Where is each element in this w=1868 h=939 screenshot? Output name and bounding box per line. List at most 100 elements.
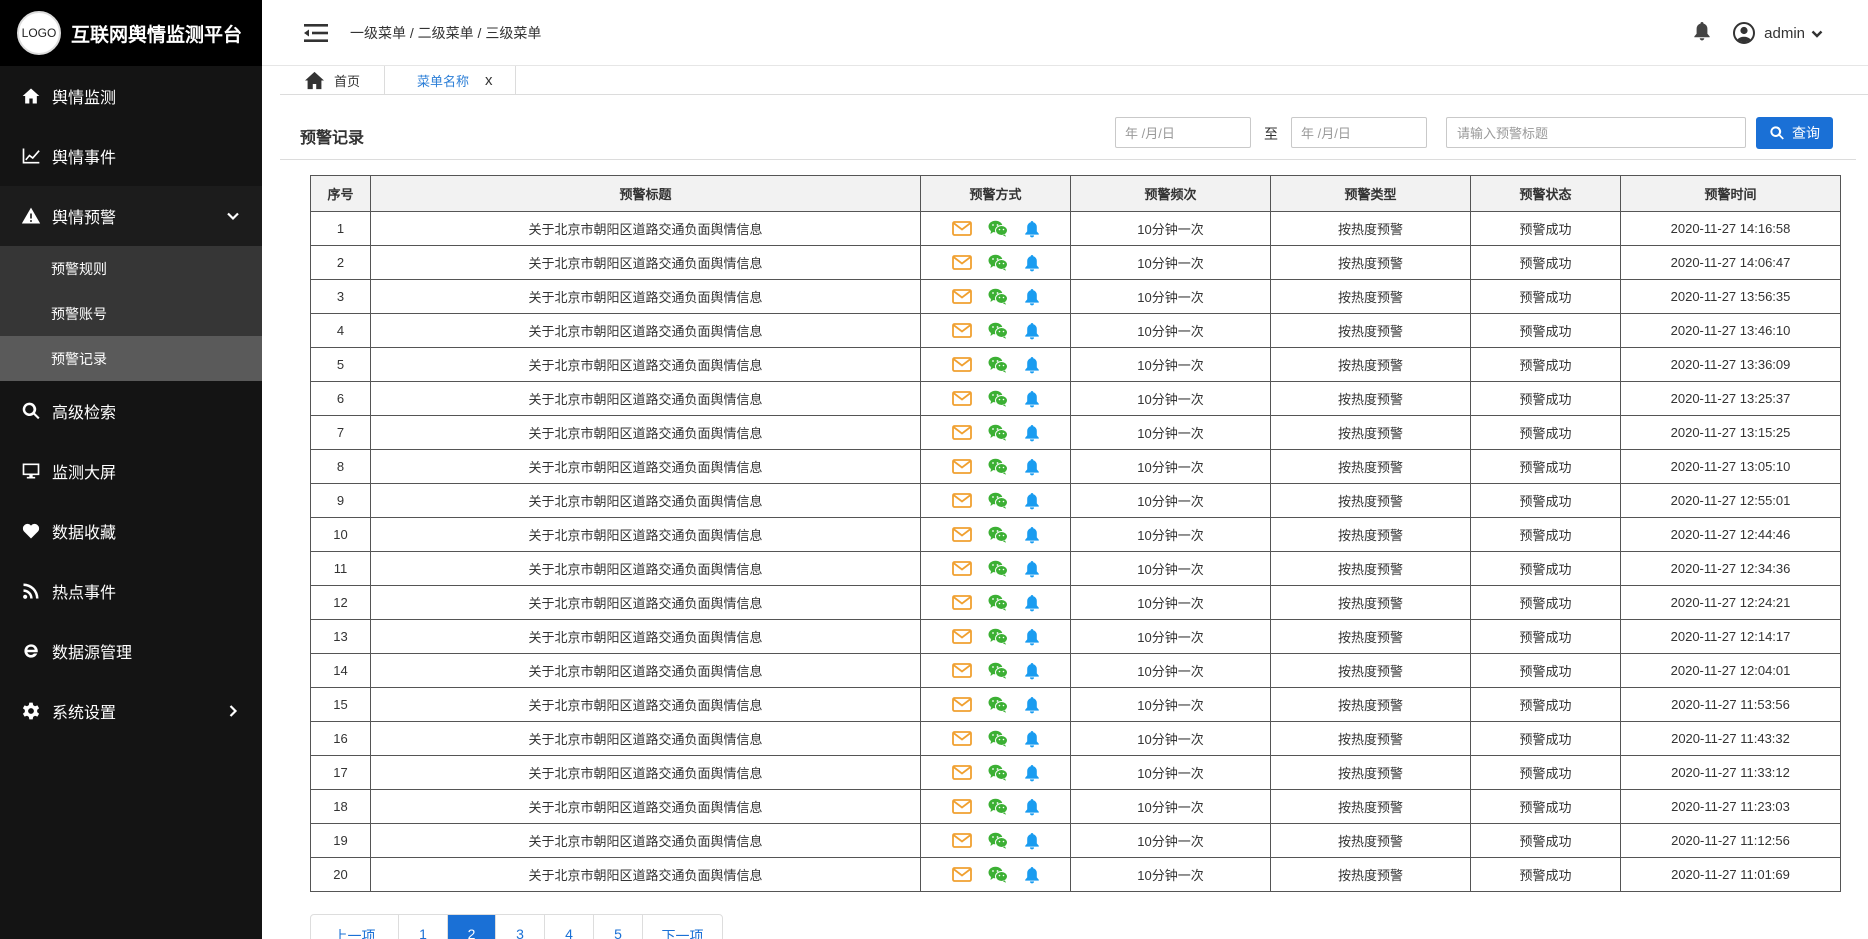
sidebar-item-hot-events[interactable]: 热点事件 [0,561,262,621]
cell-frequency: 10分钟一次 [1070,211,1271,246]
pagination-page-3[interactable]: 3 [496,915,545,939]
cell-title: 关于北京市朝阳区道路交通负面舆情信息 [370,381,921,416]
sidebar-item-datasource[interactable]: 数据源管理 [0,621,262,681]
email-icon [951,527,972,542]
table-row[interactable]: 10 关于北京市朝阳区道路交通负面舆情信息 10分钟一次 按热度预警 预警成功 2020-… [310,517,1841,552]
cell-time: 2020-11-27 13:46:10 [1620,313,1841,348]
sidebar-item-big-screen[interactable]: 监测大屏 [0,441,262,501]
bell-icon [1024,730,1040,748]
cell-status: 预警成功 [1470,755,1621,790]
sidebar-item-advanced-search[interactable]: 高级检索 [0,381,262,441]
wechat-icon [988,322,1008,339]
cell-frequency: 10分钟一次 [1070,653,1271,688]
user-avatar-icon[interactable] [1733,22,1756,44]
cell-status: 预警成功 [1470,653,1621,688]
cell-type: 按热度预警 [1270,381,1471,416]
table-row[interactable]: 15 关于北京市朝阳区道路交通负面舆情信息 10分钟一次 按热度预警 预警成功 2020-… [310,687,1841,722]
cell-title: 关于北京市朝阳区道路交通负面舆情信息 [370,857,921,892]
cell-no: 2 [310,245,371,280]
cell-methods [920,653,1071,688]
sidebar-item-events[interactable]: 舆情事件 [0,126,262,186]
sidebar-subitem-records[interactable]: 预警记录 [0,336,262,381]
cell-status: 预警成功 [1470,517,1621,552]
table-row[interactable]: 6 关于北京市朝阳区道路交通负面舆情信息 10分钟一次 按热度预警 预警成功 2020-1… [310,381,1841,416]
cell-frequency: 10分钟一次 [1070,789,1271,824]
wechat-icon [988,866,1008,883]
pagination-page-4[interactable]: 4 [545,915,594,939]
cell-title: 关于北京市朝阳区道路交通负面舆情信息 [370,211,921,246]
table-row[interactable]: 19 关于北京市朝阳区道路交通负面舆情信息 10分钟一次 按热度预警 预警成功 2020-… [310,823,1841,858]
cell-title: 关于北京市朝阳区道路交通负面舆情信息 [370,687,921,722]
sidebar-item-warning[interactable]: 舆情预警 [0,186,262,246]
table-row[interactable]: 14 关于北京市朝阳区道路交通负面舆情信息 10分钟一次 按热度预警 预警成功 2020-… [310,653,1841,688]
bell-icon [1024,220,1040,238]
table-row[interactable]: 1 关于北京市朝阳区道路交通负面舆情信息 10分钟一次 按热度预警 预警成功 2020-1… [310,211,1841,246]
cell-frequency: 10分钟一次 [1070,619,1271,654]
table-row[interactable]: 18 关于北京市朝阳区道路交通负面舆情信息 10分钟一次 按热度预警 预警成功 2020-… [310,789,1841,824]
cell-frequency: 10分钟一次 [1070,857,1271,892]
cell-frequency: 10分钟一次 [1070,483,1271,518]
tab-close-button[interactable]: x [485,72,493,89]
table-row[interactable]: 7 关于北京市朝阳区道路交通负面舆情信息 10分钟一次 按热度预警 预警成功 2020-1… [310,415,1841,450]
table-row[interactable]: 2 关于北京市朝阳区道路交通负面舆情信息 10分钟一次 按热度预警 预警成功 2020-1… [310,245,1841,280]
cell-no: 3 [310,279,371,314]
cell-time: 2020-11-27 13:25:37 [1620,381,1841,416]
email-icon [951,221,972,236]
sidebar-item-favorites[interactable]: 数据收藏 [0,501,262,561]
pagination-page-1[interactable]: 1 [399,915,448,939]
cell-time: 2020-11-27 12:04:01 [1620,653,1841,688]
pagination-page-2[interactable]: 2 [448,915,496,939]
cell-type: 按热度预警 [1270,415,1471,450]
table-row[interactable]: 4 关于北京市朝阳区道路交通负面舆情信息 10分钟一次 按热度预警 预警成功 2020-1… [310,313,1841,348]
chevron-down-icon[interactable] [1811,27,1823,39]
bell-icon [1024,764,1040,782]
wechat-icon [988,764,1008,781]
cell-status: 预警成功 [1470,619,1621,654]
table-row[interactable]: 12 关于北京市朝阳区道路交通负面舆情信息 10分钟一次 按热度预警 预警成功 2020-… [310,585,1841,620]
pagination-prev[interactable]: 上一项 [311,915,399,939]
search-input[interactable]: 请输入预警标题 [1446,117,1746,148]
sidebar-item-label: 监测大屏 [52,465,117,482]
cell-title: 关于北京市朝阳区道路交通负面舆情信息 [370,721,921,756]
search-button[interactable]: 查询 [1756,117,1833,149]
notification-bell-icon[interactable] [1693,21,1711,46]
sidebar-subitem-rules[interactable]: 预警规则 [0,246,262,291]
pagination-next[interactable]: 下一项 [643,915,722,939]
table-row[interactable]: 13 关于北京市朝阳区道路交通负面舆情信息 10分钟一次 按热度预警 预警成功 2020-… [310,619,1841,654]
table-row[interactable]: 5 关于北京市朝阳区道路交通负面舆情信息 10分钟一次 按热度预警 预警成功 2020-1… [310,347,1841,382]
table-row[interactable]: 3 关于北京市朝阳区道路交通负面舆情信息 10分钟一次 按热度预警 预警成功 2020-1… [310,279,1841,314]
sidebar-item-monitoring[interactable]: 舆情监测 [0,66,262,126]
cell-frequency: 10分钟一次 [1070,381,1271,416]
table-row[interactable]: 17 关于北京市朝阳区道路交通负面舆情信息 10分钟一次 按热度预警 预警成功 2020-… [310,755,1841,790]
table-row[interactable]: 16 关于北京市朝阳区道路交通负面舆情信息 10分钟一次 按热度预警 预警成功 2020-… [310,721,1841,756]
email-icon [951,459,972,474]
wechat-icon [988,356,1008,373]
bell-icon [1024,356,1040,374]
wechat-icon [988,662,1008,679]
pagination-page-5[interactable]: 5 [594,915,643,939]
sidebar-subitem-accounts[interactable]: 预警账号 [0,291,262,336]
bell-icon [1024,798,1040,816]
date-to-input[interactable]: 年 /月/日 [1291,117,1427,148]
date-from-input[interactable]: 年 /月/日 [1115,117,1251,148]
cell-frequency: 10分钟一次 [1070,687,1271,722]
sidebar-item-settings[interactable]: 系统设置 [0,681,262,741]
table-row[interactable]: 8 关于北京市朝阳区道路交通负面舆情信息 10分钟一次 按热度预警 预警成功 2020-1… [310,449,1841,484]
table-row[interactable]: 11 关于北京市朝阳区道路交通负面舆情信息 10分钟一次 按热度预警 预警成功 2020-… [310,551,1841,586]
cell-no: 8 [310,449,371,484]
table-row[interactable]: 20 关于北京市朝阳区道路交通负面舆情信息 10分钟一次 按热度预警 预警成功 2020-… [310,857,1841,892]
menu-toggle-icon[interactable] [302,19,330,47]
username[interactable]: admin [1764,25,1805,42]
email-icon [951,323,972,338]
cell-no: 5 [310,347,371,382]
cell-type: 按热度预警 [1270,857,1471,892]
col-header-title: 预警标题 [370,175,921,212]
email-icon [951,493,972,508]
col-header-time: 预警时间 [1620,175,1841,212]
tab-menu[interactable]: 菜单名称 x [385,66,516,95]
cell-title: 关于北京市朝阳区道路交通负面舆情信息 [370,755,921,790]
table-row[interactable]: 9 关于北京市朝阳区道路交通负面舆情信息 10分钟一次 按热度预警 预警成功 2020-1… [310,483,1841,518]
tab-home[interactable]: 首页 [280,66,386,95]
email-icon [951,731,972,746]
sidebar-item-label: 高级检索 [52,405,117,422]
